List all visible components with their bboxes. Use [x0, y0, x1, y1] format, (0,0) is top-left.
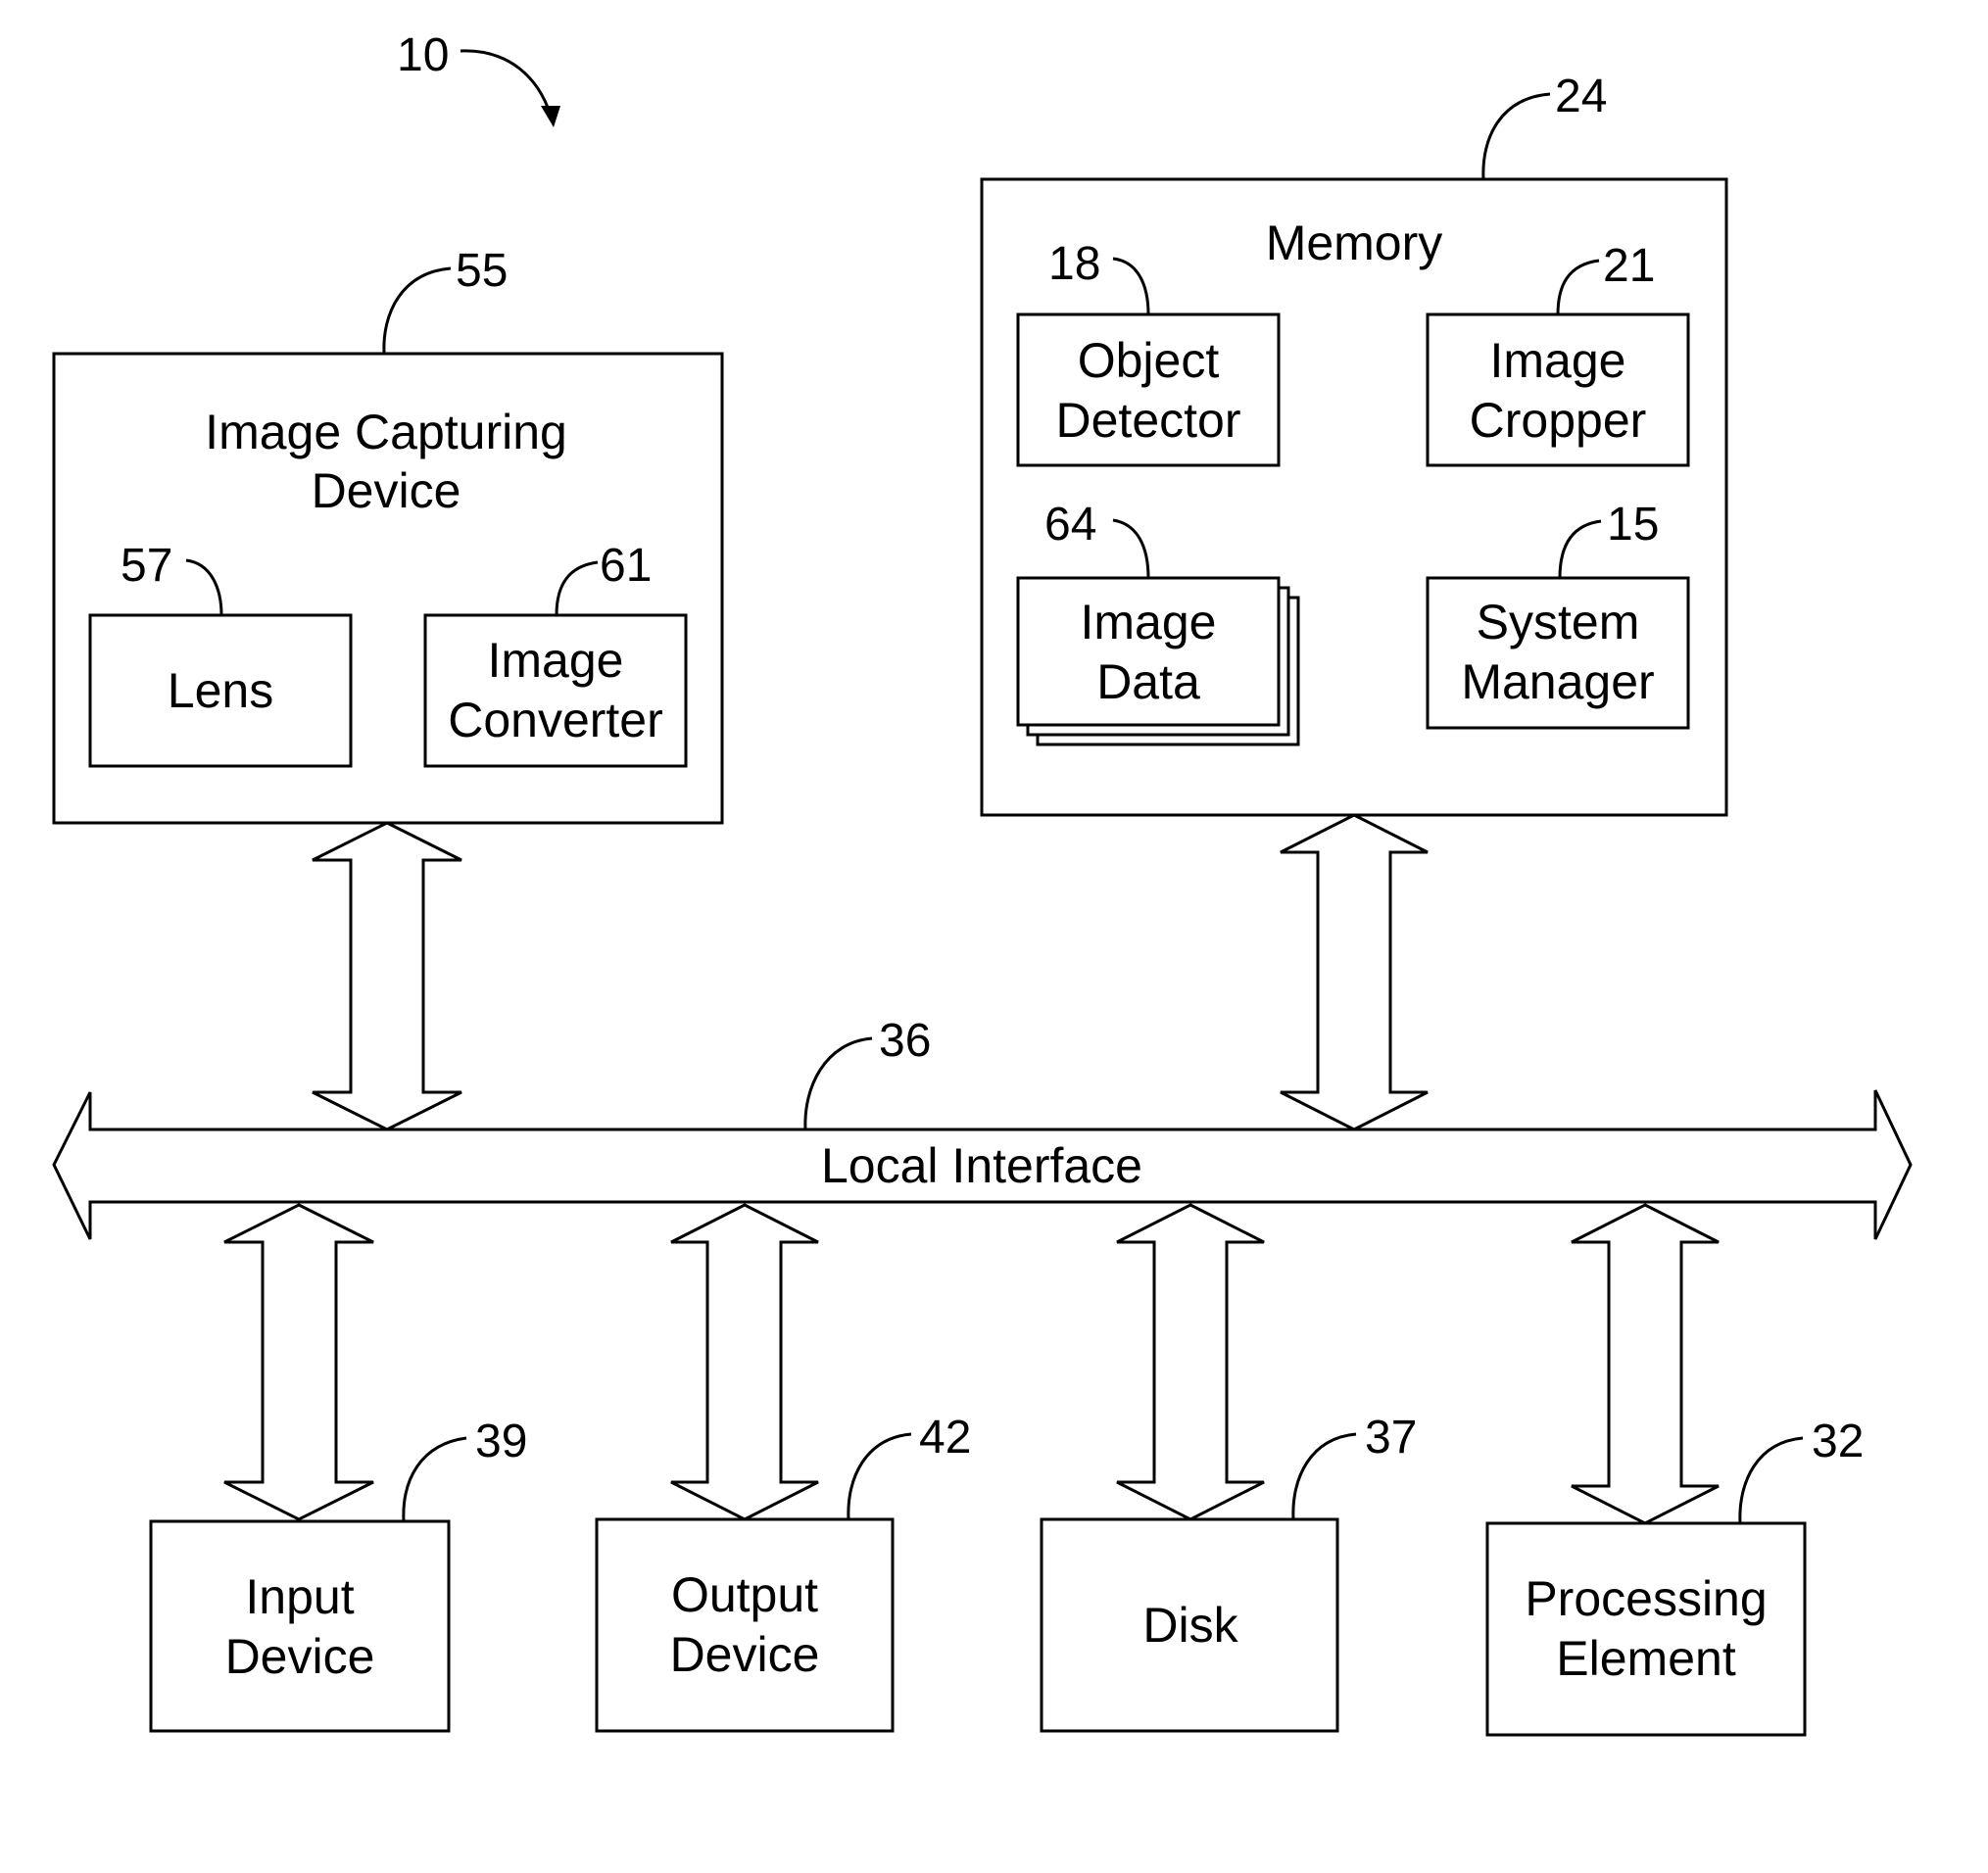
image-data-line2: Data [1096, 654, 1200, 709]
disk-bus-double-arrow-icon [1116, 1203, 1265, 1521]
figure-ref-leader [460, 49, 553, 117]
local-interface-bus: 36 Local Interface [52, 1015, 1913, 1240]
memory: 24 Memory 18 Object Detector 21 Image Cr… [980, 71, 1728, 817]
figure-ref-label: 10 [397, 29, 449, 81]
lens-label: Lens [168, 663, 273, 718]
ref-24-leader [1481, 92, 1551, 180]
input-device-line1: Input [245, 1569, 354, 1624]
image-capturing-device-title: Image Capturing [205, 405, 567, 459]
image-cropper-line2: Cropper [1470, 393, 1647, 448]
output-device-line1: Output [671, 1567, 818, 1622]
processing-element-line1: Processing [1525, 1571, 1767, 1626]
ref-36-leader [803, 1036, 873, 1130]
ref-55-leader [382, 266, 452, 355]
ref-21-label: 21 [1603, 240, 1655, 292]
system-manager-line2: Manager [1461, 654, 1654, 709]
output-device: 42 Output Device [595, 1412, 971, 1733]
image-converter-line1: Image [488, 633, 624, 688]
image-cropper-line1: Image [1490, 333, 1626, 388]
processing-element-line2: Element [1556, 1631, 1736, 1686]
memory-title: Memory [1266, 216, 1443, 270]
ref-42-label: 42 [919, 1412, 971, 1464]
image-converter-line2: Converter [448, 693, 663, 747]
disk: 37 Disk [1040, 1412, 1417, 1733]
icd-bus-double-arrow-icon [312, 821, 462, 1131]
ref-18-label: 18 [1048, 238, 1100, 290]
ref-39-leader [402, 1436, 467, 1522]
ref-15-label: 15 [1607, 499, 1659, 551]
ref-32-label: 32 [1812, 1416, 1864, 1467]
output-device-line2: Device [670, 1627, 820, 1682]
processing-bus-double-arrow-icon [1571, 1203, 1720, 1525]
input-device: 39 Input Device [149, 1416, 527, 1733]
ref-55-label: 55 [456, 245, 508, 297]
processing-element-box [1485, 1521, 1807, 1737]
memory-bus-double-arrow-icon [1280, 813, 1429, 1131]
output-device-box [595, 1517, 895, 1733]
ref-39-label: 39 [475, 1416, 527, 1467]
ref-61-label: 61 [600, 540, 652, 592]
ref-37-leader [1291, 1432, 1357, 1520]
ref-37-label: 37 [1365, 1412, 1417, 1464]
ref-42-leader [847, 1432, 912, 1520]
ref-57-label: 57 [121, 540, 172, 592]
ref-64-label: 64 [1044, 499, 1096, 551]
local-interface-label: Local Interface [821, 1138, 1142, 1193]
block-diagram: 10 55 Image Capturing Device 57 Lens 61 … [52, 29, 1913, 1737]
image-capturing-device-subtitle: Device [312, 463, 461, 518]
input-bus-double-arrow-icon [223, 1203, 374, 1521]
system-manager-line1: System [1477, 595, 1640, 649]
disk-label: Disk [1142, 1598, 1238, 1653]
input-device-box [149, 1519, 451, 1733]
image-data-line1: Image [1081, 595, 1217, 649]
image-capturing-device: 55 Image Capturing Device 57 Lens 61 Ima… [52, 245, 724, 825]
object-detector-line1: Object [1078, 333, 1220, 388]
object-detector-line2: Detector [1056, 393, 1241, 448]
ref-32-leader [1738, 1436, 1804, 1524]
input-device-line2: Device [225, 1629, 375, 1684]
figure-ref-arrowhead-icon [541, 106, 560, 127]
ref-36-label: 36 [879, 1015, 931, 1067]
ref-24-label: 24 [1555, 71, 1607, 122]
output-bus-double-arrow-icon [670, 1203, 819, 1521]
